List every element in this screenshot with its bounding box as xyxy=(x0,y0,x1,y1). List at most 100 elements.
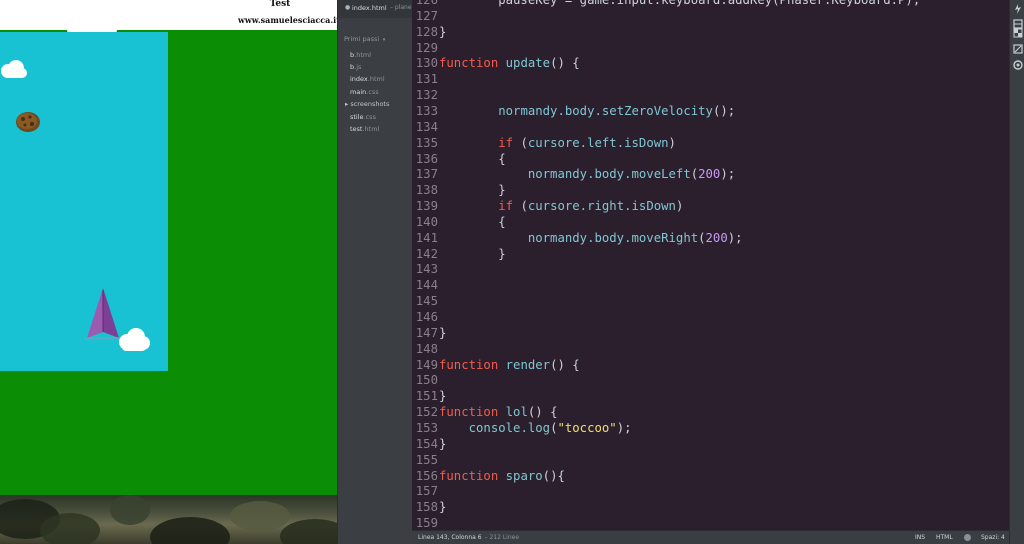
code-line[interactable]: 132 xyxy=(412,87,1009,103)
line-number: 138 xyxy=(415,183,438,198)
code-line[interactable]: 144 xyxy=(412,277,1009,293)
line-number: 143 xyxy=(415,262,438,277)
code-line[interactable]: 155 xyxy=(412,452,1009,468)
project-dropdown[interactable]: Primi passi ▾ xyxy=(344,35,385,43)
project-name: Primi passi xyxy=(344,35,380,43)
code-line[interactable]: 135 if (cursore.left.isDown) xyxy=(412,135,1009,151)
line-number: 156 xyxy=(415,468,438,483)
code-line[interactable]: 136 { xyxy=(412,151,1009,167)
code-token: if xyxy=(498,135,514,150)
code-token: lol xyxy=(505,405,528,420)
code-token: function xyxy=(439,357,499,372)
file-name: test xyxy=(350,125,363,133)
code-token: normandy.body.moveRight xyxy=(527,230,699,245)
code-line[interactable]: 128} xyxy=(412,24,1009,40)
code-line[interactable]: 126 pauseKey = game.input.keyboard.addKe… xyxy=(412,0,1009,8)
insert-mode-toggle[interactable]: INS xyxy=(915,534,925,541)
file-item[interactable]: b.js xyxy=(350,63,361,71)
line-number: 150 xyxy=(415,373,438,388)
code-line[interactable]: 154} xyxy=(412,436,1009,452)
code-line[interactable]: 137 normandy.body.moveLeft(200); xyxy=(412,166,1009,182)
plugin-icon[interactable] xyxy=(1013,60,1023,70)
code-line[interactable]: 143 xyxy=(412,261,1009,277)
code-line[interactable]: 141 normandy.body.moveRight(200); xyxy=(412,230,1009,246)
code-line[interactable]: 140 { xyxy=(412,214,1009,230)
file-name: index xyxy=(350,75,368,83)
code-line[interactable]: 158} xyxy=(412,499,1009,515)
code-line[interactable]: 152function lol() { xyxy=(412,404,1009,420)
code-line[interactable]: 145 xyxy=(412,293,1009,309)
folder-item[interactable]: ▸ screenshots xyxy=(345,100,389,108)
line-number: 131 xyxy=(415,72,438,87)
code-token: { xyxy=(439,151,506,166)
code-line[interactable]: 146 xyxy=(412,309,1009,325)
code-line[interactable]: 134 xyxy=(412,119,1009,135)
code-token: ); xyxy=(727,230,743,245)
indent-selector[interactable]: Spazi: 4 xyxy=(981,534,1005,541)
code-token: { xyxy=(439,214,506,229)
file-item[interactable]: stile.css xyxy=(350,113,376,121)
code-line[interactable]: 139 if (cursore.right.isDown) xyxy=(412,198,1009,214)
code-line[interactable]: 127 xyxy=(412,8,1009,24)
code-token: (){ xyxy=(542,468,565,483)
code-token: (); xyxy=(712,103,736,118)
code-editor[interactable]: 126 pauseKey = game.input.keyboard.addKe… xyxy=(412,0,1009,530)
code-token: ( xyxy=(690,167,699,182)
code-token: () { xyxy=(550,56,580,71)
code-line[interactable]: 157 xyxy=(412,483,1009,499)
line-number: 152 xyxy=(415,405,438,420)
code-line[interactable]: 142 } xyxy=(412,246,1009,262)
code-line[interactable]: 156function sparo(){ xyxy=(412,468,1009,484)
code-line[interactable]: 138 } xyxy=(412,182,1009,198)
code-check-icon[interactable] xyxy=(1013,44,1023,54)
code-line[interactable]: 131 xyxy=(412,71,1009,87)
code-line[interactable]: 151} xyxy=(412,388,1009,404)
code-token: cursore.left.isDown xyxy=(527,135,669,150)
file-name: stile xyxy=(350,113,364,121)
line-number: 129 xyxy=(415,40,438,55)
language-selector[interactable]: HTML xyxy=(936,534,953,541)
file-item[interactable]: index.html xyxy=(350,75,385,83)
desktop-wallpaper xyxy=(0,495,337,544)
file-sidebar: ● index.html – plane Primi passi ▾ b.htm… xyxy=(337,0,413,544)
code-line[interactable]: 133 normandy.body.setZeroVelocity(); xyxy=(412,103,1009,119)
code-token: ( xyxy=(698,230,706,245)
right-toolbar xyxy=(1009,0,1024,544)
line-number: 158 xyxy=(415,500,438,515)
file-item[interactable]: test.html xyxy=(350,125,379,133)
line-number: 145 xyxy=(415,294,438,309)
cursor-position[interactable]: Linea 143, Colonna 6– 212 Linee xyxy=(418,534,519,541)
working-files[interactable]: ● index.html – plane xyxy=(338,0,413,18)
line-number: 151 xyxy=(415,389,438,404)
code-line[interactable]: 150 xyxy=(412,372,1009,388)
cloud-icon xyxy=(119,328,150,351)
layout-icon[interactable] xyxy=(1013,28,1023,38)
open-file-name[interactable]: index.html xyxy=(352,4,387,12)
open-file-dir: – plane xyxy=(390,4,412,11)
code-token: ( xyxy=(513,199,528,214)
code-token: normandy.body.setZeroVelocity xyxy=(498,103,713,118)
code-line[interactable]: 149function render() { xyxy=(412,357,1009,373)
code-token: ); xyxy=(616,420,632,435)
code-line[interactable]: 159 xyxy=(412,515,1009,530)
file-item[interactable]: main.css xyxy=(350,88,379,96)
line-number: 132 xyxy=(415,88,438,103)
file-item[interactable]: b.html xyxy=(350,51,371,59)
code-line[interactable]: 130function update() { xyxy=(412,55,1009,71)
code-line[interactable]: 129 xyxy=(412,40,1009,56)
code-token: } xyxy=(439,246,506,261)
game-canvas[interactable] xyxy=(0,32,168,371)
linter-status-icon[interactable] xyxy=(964,534,971,541)
code-token: cursore.right.isDown xyxy=(527,199,676,214)
code-token: ( xyxy=(513,135,528,150)
live-preview-icon[interactable] xyxy=(1013,4,1023,14)
code-line[interactable]: 153 console.log("toccoo"); xyxy=(412,420,1009,436)
code-line[interactable]: 148 xyxy=(412,341,1009,357)
cloud-icon xyxy=(1,60,27,78)
code-line[interactable]: 147} xyxy=(412,325,1009,341)
